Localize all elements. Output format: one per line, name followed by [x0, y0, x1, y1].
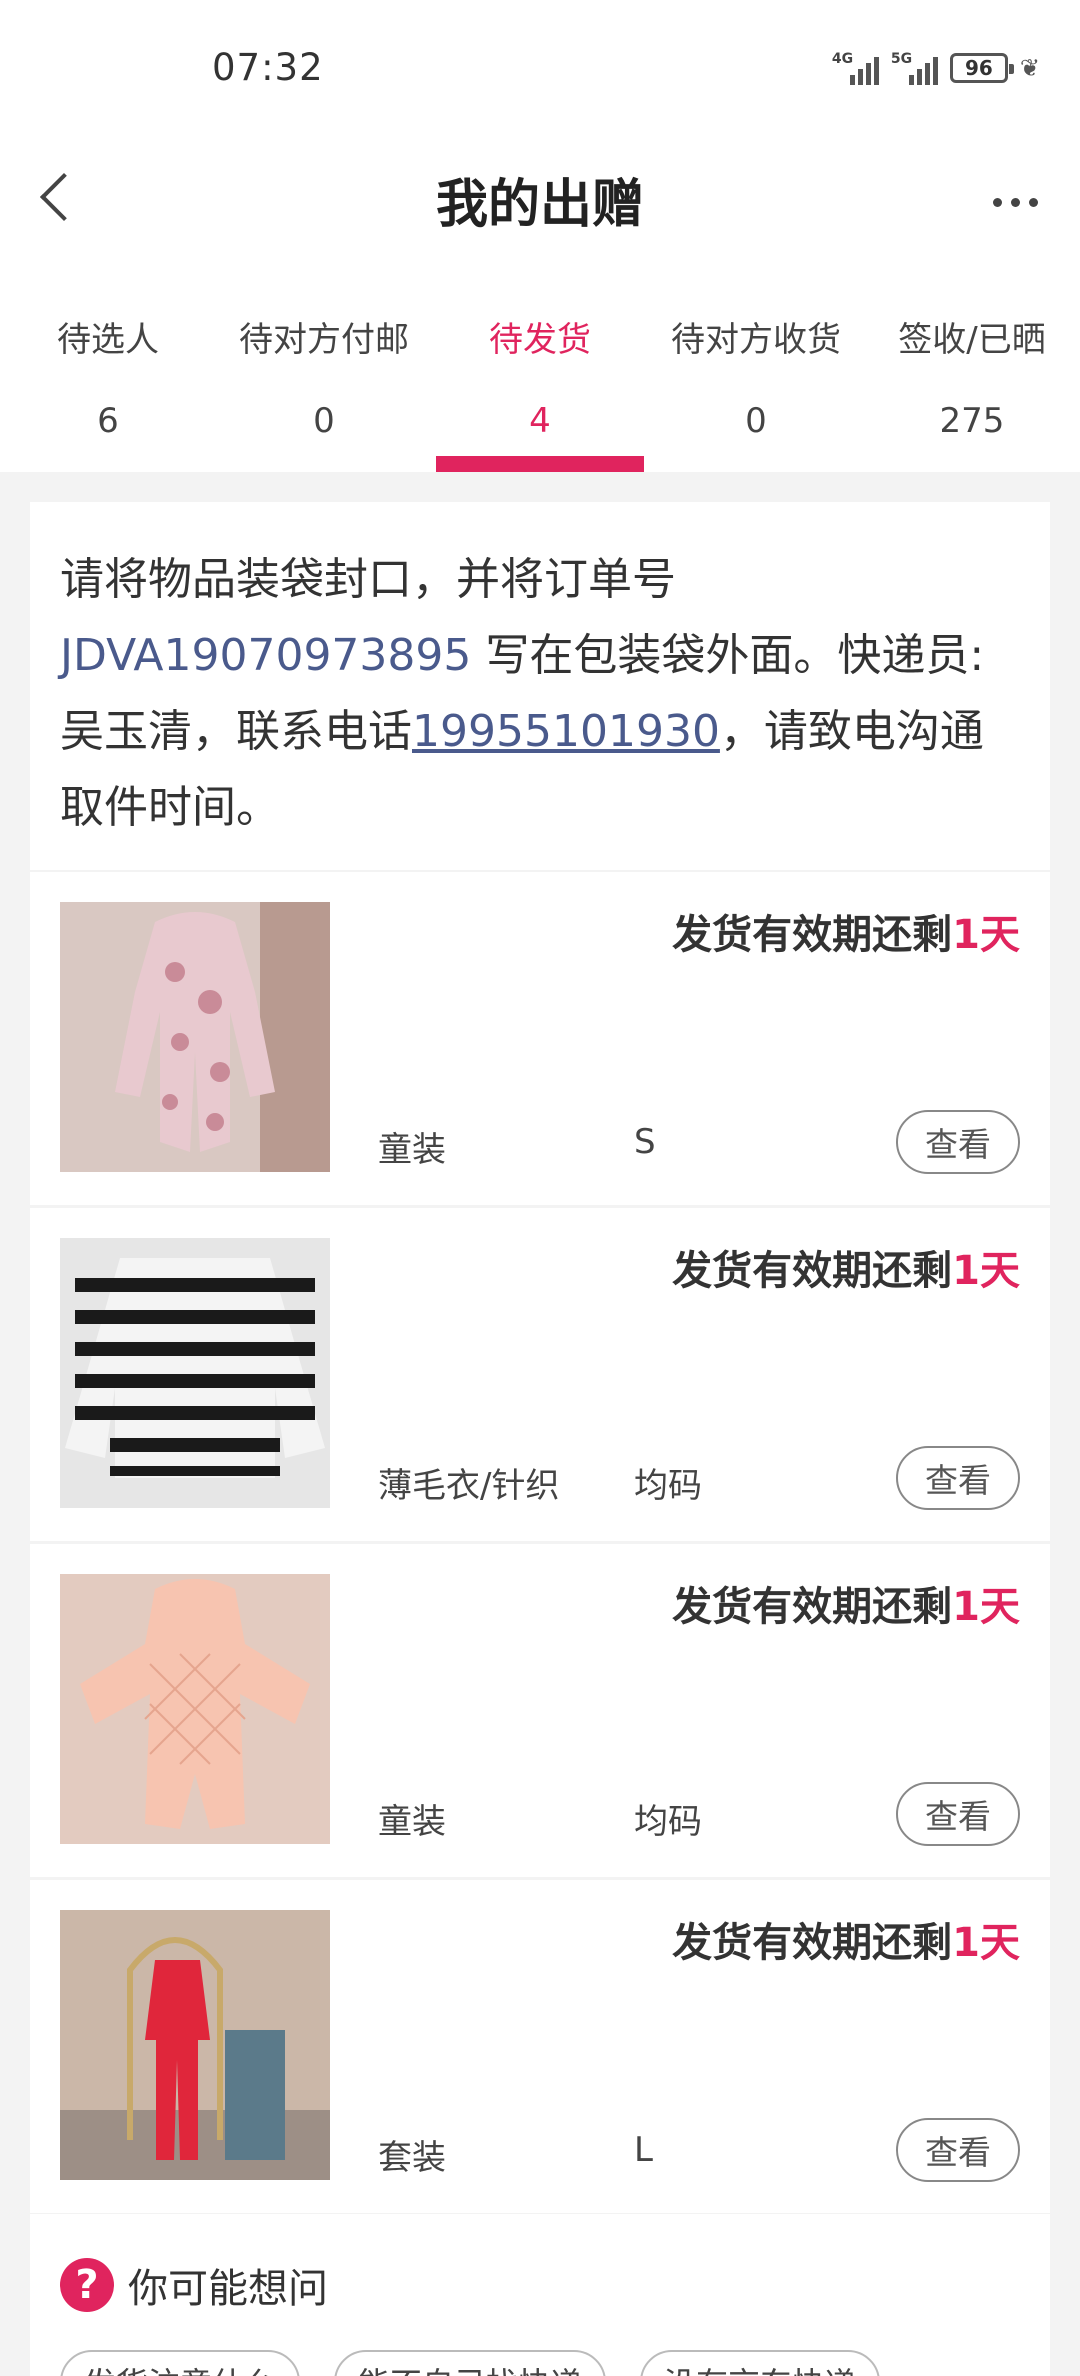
status-bar: 07:32 4G 5G 96 ❦ [0, 0, 1080, 132]
item-category: 薄毛衣/针织 [378, 1466, 560, 1506]
tab-label: 待发货 [489, 320, 591, 360]
view-button[interactable]: 查看 [896, 1110, 1020, 1174]
product-image-pink-floral-romper[interactable] [60, 902, 330, 1172]
status-icons: 4G 5G 96 ❦ [832, 48, 1040, 88]
product-image-peach-quilted-suit[interactable] [60, 1574, 330, 1844]
page-title: 我的出赠 [435, 175, 644, 235]
list-item: 发货有效期还剩1天 童装 均码 查看 [30, 1544, 1050, 1877]
battery-icon: 96 [949, 53, 1014, 83]
tab-count: 0 [745, 401, 767, 441]
question-icon: ? [60, 2258, 114, 2312]
courier-phone-link[interactable]: 19955101930 [412, 706, 720, 757]
shipping-instructions: 请将物品装袋封口，并将订单号 JDVA19070973895 写在包装袋外面。快… [30, 502, 1050, 870]
faq-chip[interactable]: 没有京东快递 [640, 2350, 881, 2376]
more-dot-icon [1028, 197, 1038, 207]
tab-awaiting-postage[interactable]: 待对方付邮 0 [216, 282, 432, 472]
tab-received-shared[interactable]: 签收/已晒 275 [864, 282, 1080, 472]
shipping-deadline: 发货有效期还剩1天 [672, 1248, 1020, 1294]
item-size: 均码 [634, 1802, 702, 1842]
view-button[interactable]: 查看 [896, 1782, 1020, 1846]
tab-count: 275 [939, 401, 1005, 441]
tab-label: 待对方付邮 [239, 320, 409, 360]
item-category: 童装 [378, 1802, 446, 1842]
days-remaining: 1天 [952, 912, 1020, 958]
tab-to-ship[interactable]: 待发货 4 [432, 282, 648, 472]
item-category: 童装 [378, 1130, 446, 1170]
view-button[interactable]: 查看 [896, 1446, 1020, 1510]
product-image-striped-sweater[interactable] [60, 1238, 330, 1508]
tab-count: 0 [313, 401, 335, 441]
faq-chip[interactable]: 能不自己找快递 [334, 2350, 607, 2376]
item-category: 套装 [378, 2138, 446, 2178]
days-remaining: 1天 [952, 1248, 1020, 1294]
battery-level: 96 [964, 56, 993, 80]
faq-chip-list: 发货注意什么 能不自己找快递 没有京东快递 [60, 2350, 881, 2376]
item-size: 均码 [634, 1466, 702, 1506]
tab-count: 6 [97, 401, 119, 441]
days-remaining: 1天 [952, 1584, 1020, 1630]
tab-label: 签收/已晒 [898, 320, 1046, 360]
tab-count: 4 [529, 401, 551, 441]
list-item: 发货有效期还剩1天 套装 L 查看 [30, 1880, 1050, 2213]
list-item: 发货有效期还剩1天 薄毛衣/针织 均码 查看 [30, 1208, 1050, 1541]
shipping-deadline: 发货有效期还剩1天 [672, 1920, 1020, 1966]
more-options-button[interactable] [980, 172, 1050, 232]
faq-title: 你可能想问 [128, 2266, 328, 2312]
signal-4g-icon: 4G [832, 51, 879, 85]
shipping-deadline: 发货有效期还剩1天 [672, 912, 1020, 958]
tab-label: 待对方收货 [671, 320, 841, 360]
product-image-red-outfit-set[interactable] [60, 1910, 330, 2180]
view-button[interactable]: 查看 [896, 2118, 1020, 2182]
faq-chip[interactable]: 发货注意什么 [60, 2350, 301, 2376]
days-remaining: 1天 [952, 1920, 1020, 1966]
tab-awaiting-receipt[interactable]: 待对方收货 0 [648, 282, 864, 472]
active-tab-indicator [436, 456, 644, 472]
item-size: L [634, 2130, 653, 2170]
tab-label: 待选人 [57, 320, 159, 360]
status-time: 07:32 [212, 46, 324, 89]
shipping-deadline: 发货有效期还剩1天 [672, 1584, 1020, 1630]
status-tabs: 待选人 6 待对方付邮 0 待发货 4 待对方收货 0 签收/已晒 275 [0, 282, 1080, 472]
screen: 07:32 4G 5G 96 ❦ 我的出赠 待选人 6 待对方付邮 0 待发货 … [0, 0, 1080, 2376]
faq-header: ? 你可能想问 [60, 2256, 328, 2314]
signal-5g-icon: 5G [891, 51, 938, 85]
order-number: JDVA19070973895 [60, 630, 472, 681]
list-item: 发货有效期还剩1天 童装 S 查看 [30, 872, 1050, 1205]
power-saving-icon: ❦ [1019, 54, 1040, 82]
more-dot-icon [1010, 197, 1020, 207]
faq-section: ? 你可能想问 发货注意什么 能不自己找快递 没有京东快递 [30, 2214, 1050, 2376]
more-dot-icon [992, 197, 1002, 207]
header: 我的出赠 [0, 132, 1080, 282]
tab-pending-selection[interactable]: 待选人 6 [0, 282, 216, 472]
item-size: S [634, 1122, 656, 1162]
